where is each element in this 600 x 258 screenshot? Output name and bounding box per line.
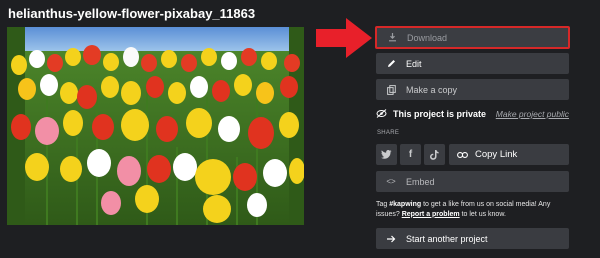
copy-link-label: Copy Link — [475, 149, 518, 160]
make-copy-label: Make a copy — [406, 84, 458, 95]
copy-icon — [376, 84, 406, 95]
pencil-icon — [376, 59, 406, 68]
arrow-right-icon — [376, 235, 406, 243]
start-another-project-button[interactable]: Start another project — [376, 228, 569, 249]
make-copy-button[interactable]: Make a copy — [376, 79, 569, 100]
tagline-text: Tag #kapwing to get a like from us on so… — [376, 200, 572, 219]
image-preview — [7, 27, 304, 225]
edit-button[interactable]: Edit — [376, 53, 569, 74]
download-label: Download — [407, 32, 448, 43]
embed-label: Embed — [406, 176, 435, 187]
download-button[interactable]: Download — [375, 26, 570, 49]
edit-label: Edit — [406, 58, 422, 69]
make-public-link[interactable]: Make project public — [496, 109, 569, 119]
tagline-suffix: to let us know. — [459, 210, 506, 218]
twitter-share-button[interactable] — [376, 144, 397, 165]
facebook-share-button[interactable]: f — [400, 144, 421, 165]
red-arrow-icon — [316, 18, 372, 58]
download-icon — [377, 33, 407, 42]
embed-button[interactable]: <> Embed — [376, 171, 569, 192]
copy-link-button[interactable]: Copy Link — [449, 144, 569, 165]
tiktok-share-button[interactable] — [424, 144, 445, 165]
privacy-status: This project is private — [393, 109, 487, 119]
eye-off-icon — [376, 108, 387, 120]
report-problem-link[interactable]: Report a problem — [402, 211, 460, 218]
tiktok-icon — [430, 149, 439, 160]
code-icon: <> — [386, 177, 396, 186]
twitter-icon — [381, 150, 392, 159]
privacy-row: This project is private Make project pub… — [376, 107, 569, 121]
project-title: helianthus-yellow-flower-pixabay_11863 — [8, 6, 256, 21]
facebook-icon: f — [408, 149, 413, 160]
link-icon — [449, 151, 475, 158]
kapwing-hashtag: #kapwing — [389, 201, 422, 208]
tagline-prefix: Tag — [376, 201, 390, 208]
share-heading: SHARE — [377, 130, 400, 136]
start-another-label: Start another project — [406, 233, 488, 244]
